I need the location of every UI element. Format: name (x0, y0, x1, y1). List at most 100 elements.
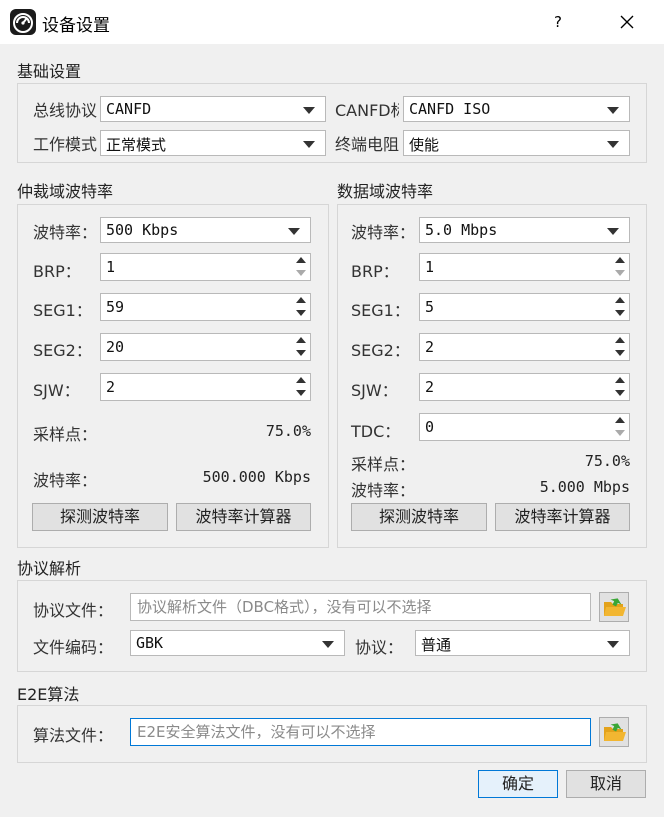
open-folder-icon (604, 723, 626, 741)
spin-up-icon[interactable] (611, 334, 629, 347)
data-seg2-spinbox[interactable]: 2 (419, 333, 630, 361)
data-seg1-value: 5 (425, 298, 435, 316)
spin-up-icon[interactable] (611, 294, 629, 307)
algorithm-file-input[interactable] (131, 719, 590, 745)
arb-seg2-spinbox[interactable]: 20 (100, 333, 311, 361)
data-baud-calculator-button[interactable]: 波特率计算器 (495, 503, 630, 531)
spin-down-icon[interactable] (611, 387, 629, 400)
arb-seg1-spinbox[interactable]: 59 (100, 293, 311, 321)
basic-settings-title: 基础设置 (17, 62, 82, 81)
chevron-down-icon (607, 641, 619, 648)
protocol-file-label: 协议文件： (33, 601, 114, 620)
data-baud-title: 数据域波特率 (337, 182, 434, 201)
arb-sample-value: 75.0% (265, 422, 311, 440)
arb-baud-calculator-button[interactable]: 波特率计算器 (176, 503, 311, 531)
chevron-down-icon (303, 141, 315, 148)
file-encoding-label: 文件编码： (33, 638, 114, 657)
spin-up-icon[interactable] (292, 334, 310, 347)
bus-protocol-select[interactable]: CANFD (100, 96, 326, 122)
data-rate-label: 波特率： (351, 481, 416, 500)
arb-detect-baud-button[interactable]: 探测波特率 (32, 503, 168, 531)
app-logo-icon (10, 9, 36, 35)
algorithm-file-field[interactable] (130, 718, 591, 746)
spin-up-icon[interactable] (611, 414, 629, 427)
arb-sample-label: 采样点： (33, 425, 98, 444)
arb-brp-value: 1 (106, 258, 116, 276)
arb-rate-label: 波特率： (33, 471, 98, 490)
arb-rate-value: 500.000 Kbps (202, 468, 311, 486)
help-button[interactable]: ? (546, 8, 570, 36)
arb-baud-select[interactable]: 500 Kbps (100, 217, 311, 243)
data-sjw-value: 2 (425, 378, 435, 396)
ok-button[interactable]: 确定 (478, 770, 558, 798)
work-mode-value: 正常模式 (106, 136, 167, 154)
chevron-down-icon (607, 141, 619, 148)
spin-down-icon[interactable] (292, 307, 310, 320)
protocol-file-field[interactable] (130, 593, 591, 621)
close-button[interactable] (612, 8, 642, 36)
spin-up-icon[interactable] (611, 254, 629, 267)
algorithm-file-browse-button[interactable] (599, 717, 629, 747)
arb-sjw-label: SJW： (33, 381, 80, 400)
data-brp-value: 1 (425, 258, 435, 276)
data-seg2-value: 2 (425, 338, 435, 356)
arb-brp-label: BRP： (33, 262, 81, 281)
data-brp-spinbox[interactable]: 1 (419, 253, 630, 281)
chevron-down-icon (607, 228, 619, 235)
arb-baud-label: 波特率： (33, 223, 98, 242)
data-baud-label: 波特率： (351, 223, 416, 242)
arb-seg1-value: 59 (106, 298, 125, 316)
chevron-down-icon (322, 641, 334, 648)
arb-brp-spinbox[interactable]: 1 (100, 253, 311, 281)
protocol-file-input[interactable] (131, 594, 590, 620)
close-icon (620, 15, 634, 29)
arb-seg1-label: SEG1： (33, 301, 92, 320)
data-seg1-spinbox[interactable]: 5 (419, 293, 630, 321)
arb-sjw-spinbox[interactable]: 2 (100, 373, 311, 401)
data-sjw-spinbox[interactable]: 2 (419, 373, 630, 401)
file-encoding-value: GBK (136, 634, 164, 652)
spin-down-icon[interactable] (292, 347, 310, 360)
protocol-type-label: 协议： (355, 638, 404, 657)
spin-down-icon[interactable] (292, 387, 310, 400)
spin-down-icon[interactable] (611, 427, 629, 440)
algorithm-file-label: 算法文件： (33, 726, 114, 745)
canfd-standard-select[interactable]: CANFD ISO (403, 96, 630, 122)
protocol-file-browse-button[interactable] (599, 592, 629, 622)
data-sjw-label: SJW： (351, 381, 398, 400)
protocol-type-value: 普通 (421, 636, 452, 654)
data-baud-value: 5.0 Mbps (425, 221, 498, 239)
data-rate-value: 5.000 Mbps (539, 478, 630, 496)
chevron-down-icon (607, 107, 619, 114)
spin-up-icon[interactable] (611, 374, 629, 387)
spin-up-icon[interactable] (292, 374, 310, 387)
data-tdc-value: 0 (425, 418, 435, 436)
data-sample-value: 75.0% (584, 452, 630, 470)
protocol-parse-title: 协议解析 (17, 559, 82, 578)
data-detect-baud-button[interactable]: 探测波特率 (351, 503, 487, 531)
work-mode-select[interactable]: 正常模式 (100, 130, 326, 156)
chevron-down-icon (303, 107, 315, 114)
arbitration-baud-title: 仲裁域波特率 (17, 182, 114, 201)
data-sample-label: 采样点： (351, 455, 416, 474)
spin-down-icon[interactable] (611, 347, 629, 360)
data-baud-select[interactable]: 5.0 Mbps (419, 217, 630, 243)
data-tdc-spinbox[interactable]: 0 (419, 413, 630, 441)
spin-down-icon[interactable] (611, 307, 629, 320)
work-mode-label: 工作模式 (33, 135, 97, 154)
spin-down-icon[interactable] (292, 267, 310, 280)
protocol-type-select[interactable]: 普通 (415, 630, 630, 656)
file-encoding-select[interactable]: GBK (130, 630, 345, 656)
spin-up-icon[interactable] (292, 294, 310, 307)
terminal-resistor-value: 使能 (409, 136, 440, 154)
canfd-standard-label: CANFD标准 (335, 101, 399, 120)
spin-up-icon[interactable] (292, 254, 310, 267)
window-title: 设备设置 (42, 16, 110, 36)
terminal-resistor-select[interactable]: 使能 (403, 130, 630, 156)
bus-protocol-value: CANFD (106, 100, 152, 118)
terminal-resistor-label: 终端电阻 (335, 135, 399, 154)
data-brp-label: BRP： (351, 262, 399, 281)
spin-down-icon[interactable] (611, 267, 629, 280)
title-bar: 设备设置 ? (0, 0, 664, 44)
cancel-button[interactable]: 取消 (566, 770, 646, 798)
